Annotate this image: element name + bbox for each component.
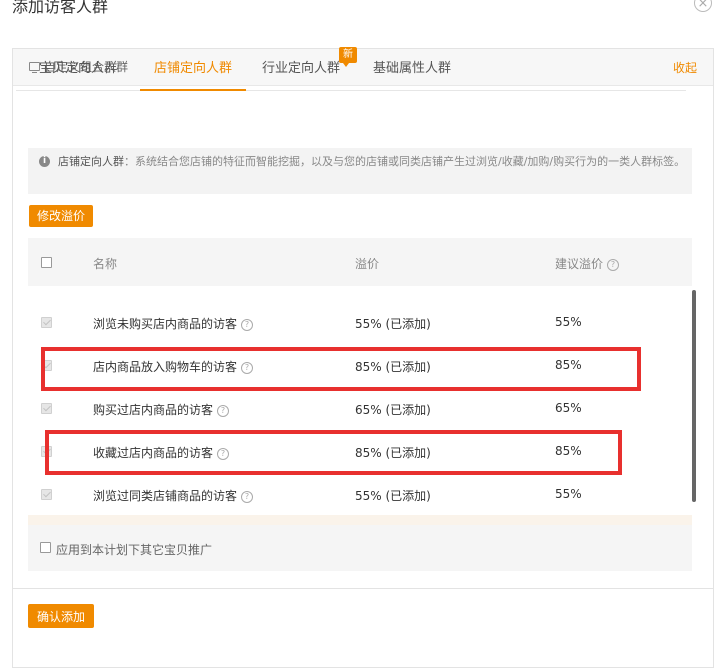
select-all-checkbox[interactable] [41, 257, 52, 268]
row-suggested: 55% [555, 487, 582, 501]
confirm-add-button[interactable]: 确认添加 [28, 604, 94, 628]
tab-basic-attributes[interactable]: 基础属性人群 [362, 50, 462, 89]
row-name: 浏览过同类店铺商品的访客 [93, 489, 238, 503]
header-suggested-label: 建议溢价 [555, 257, 604, 271]
divider [12, 588, 714, 589]
highlight-box [45, 430, 622, 475]
header-premium: 溢价 [355, 257, 380, 271]
info-description: ：系统结合您店铺的特征而智能挖掘，以及与您的店铺或同类店铺产生过浏览/收藏/加购… [124, 155, 686, 168]
info-icon: i [39, 156, 50, 167]
highlight-box [41, 347, 641, 391]
table-scrollbar[interactable] [692, 290, 696, 502]
new-badge: 新 [339, 47, 357, 67]
help-icon[interactable]: ? [241, 491, 254, 503]
row-name: 浏览未购买店内商品的访客 [93, 317, 238, 331]
apply-option-area: 应用到本计划下其它宝贝推广 [28, 525, 692, 571]
close-icon[interactable]: × [694, 0, 712, 12]
row-checkbox[interactable] [41, 317, 52, 328]
row-premium: 55% (已添加) [355, 489, 431, 503]
row-checkbox[interactable] [41, 403, 52, 414]
table-row: 浏览未购买店内商品的访客? 55% (已添加) 55% [28, 301, 692, 345]
dialog-title: 添加访客人群 [12, 0, 109, 16]
row-suggested: 65% [555, 401, 582, 415]
table-header: 名称 溢价 建议溢价? [28, 238, 692, 286]
help-icon[interactable]: ? [217, 405, 230, 417]
row-name: 购买过店内商品的访客 [93, 403, 214, 417]
info-box: i 店铺定向人群：系统结合您店铺的特征而智能挖掘，以及与您的店铺或同类店铺产生过… [28, 148, 692, 194]
header-name: 名称 [93, 257, 118, 271]
row-premium: 55% (已添加) [355, 317, 431, 331]
header-suggested: 建议溢价? [555, 255, 620, 272]
row-name-cell: 购买过店内商品的访客? [93, 401, 230, 418]
table-row: 购买过店内商品的访客? 65% (已添加) 65% [28, 387, 692, 431]
row-suggested: 55% [555, 315, 582, 329]
row-checkbox[interactable] [41, 489, 52, 500]
info-label: 店铺定向人群 [58, 155, 124, 168]
tab-item-targeting[interactable]: 宝贝定向人群 [28, 50, 128, 89]
help-icon[interactable]: ? [241, 319, 254, 331]
help-icon[interactable]: ? [607, 259, 620, 271]
row-name-cell: 浏览未购买店内商品的访客? [93, 315, 254, 332]
tab-store-targeting[interactable]: 店铺定向人群 [140, 50, 246, 91]
table-row-partial [28, 515, 692, 525]
tab-industry-targeting[interactable]: 行业定向人群 [256, 50, 346, 89]
apply-other-items-label: 应用到本计划下其它宝贝推广 [56, 543, 213, 557]
row-premium: 65% (已添加) [355, 403, 431, 417]
apply-other-items-checkbox[interactable] [40, 542, 51, 553]
table-row: 浏览过同类店铺商品的访客? 55% (已添加) 55% [28, 473, 692, 517]
row-name-cell: 浏览过同类店铺商品的访客? [93, 487, 254, 504]
edit-premium-button[interactable]: 修改溢价 [29, 205, 93, 227]
info-text: 店铺定向人群：系统结合您店铺的特征而智能挖掘，以及与您的店铺或同类店铺产生过浏览… [58, 153, 688, 171]
